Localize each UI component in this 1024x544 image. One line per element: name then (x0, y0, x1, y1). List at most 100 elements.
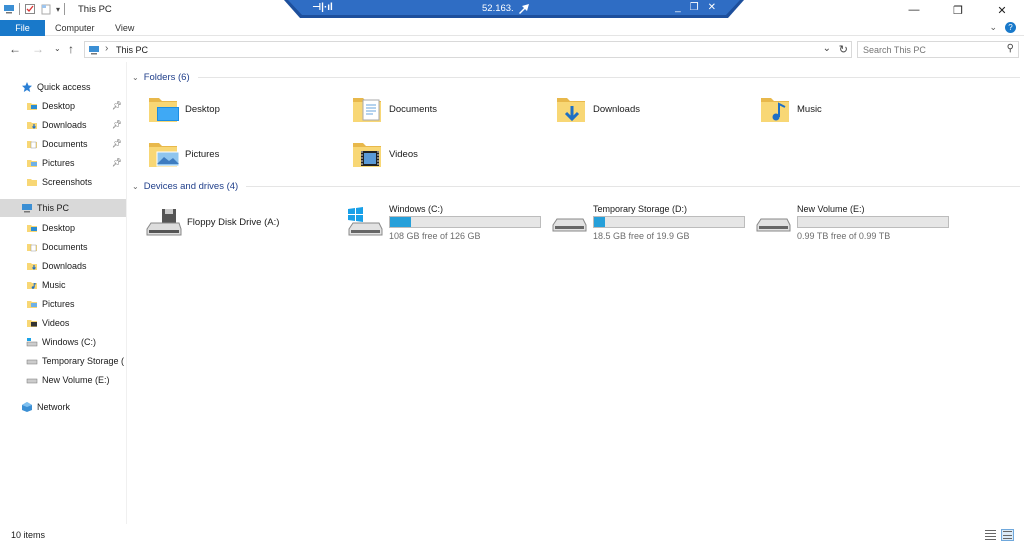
sidebar-item-label: Quick access (37, 82, 91, 92)
sidebar-item-network[interactable]: Network (0, 398, 126, 416)
pin-icon[interactable]: 📌︎ (112, 101, 122, 110)
pc-icon (22, 204, 32, 213)
tab-computer[interactable]: Computer (55, 20, 95, 36)
recent-locations-icon[interactable]: ⌄ (54, 44, 61, 53)
folder-tile-documents[interactable]: Documents (351, 89, 437, 129)
folder-tile-videos[interactable]: Videos (351, 134, 418, 174)
tab-file[interactable]: File (0, 20, 45, 36)
folder-tile-downloads[interactable]: Downloads (555, 89, 640, 129)
item-count: 10 items (11, 530, 46, 540)
sidebar-item-documents[interactable]: Documents (0, 238, 126, 256)
sidebar-item-label: Desktop (42, 223, 76, 233)
sidebar-item-label: Temporary Storage ( (42, 356, 125, 366)
group-divider (197, 77, 1020, 78)
sidebar-item-pictures[interactable]: Pictures (0, 295, 126, 313)
details-view-icon[interactable] (984, 529, 997, 541)
sidebar-item-screenshots[interactable]: Screenshots (0, 173, 126, 191)
drive-tile-windows-c[interactable]: Windows (C:) 108 GB free of 126 GB (347, 202, 541, 242)
folder-tile-desktop[interactable]: Desktop (147, 89, 220, 129)
folder-icon (27, 179, 37, 186)
search-input[interactable] (858, 42, 998, 57)
sidebar-item-label: Network (37, 402, 71, 412)
pin-icon[interactable]: 📌︎ (112, 158, 122, 167)
folder-name: Videos (389, 148, 418, 160)
refresh-icon[interactable]: ↻ (839, 43, 848, 56)
folder-tile-music[interactable]: Music (759, 89, 822, 129)
up-arrow-icon[interactable]: ↑ (68, 42, 74, 56)
folders-group-header[interactable]: ⌄ Folders (6) (132, 72, 1020, 83)
collapse-arrow-icon[interactable]: ⌄ (132, 182, 139, 191)
breadcrumb-chevron-icon[interactable]: › (105, 43, 108, 54)
address-dropdown-icon[interactable]: ⌄ (823, 43, 831, 54)
sidebar-item-this-pc[interactable]: This PC (0, 199, 126, 217)
sidebar-item-quick-access[interactable]: Quick access (0, 78, 126, 96)
window-controls: — ❐ ✕ (892, 0, 1024, 20)
customize-qat-icon[interactable]: ▾ (56, 5, 60, 14)
drive-tile-temporary-storage[interactable]: Temporary Storage (D:) 18.5 GB free of 1… (551, 202, 745, 242)
group-divider (246, 186, 1020, 187)
sidebar-item-music[interactable]: Music (0, 276, 126, 294)
sidebar-item-desktop-quick[interactable]: Desktop 📌︎ (0, 97, 126, 115)
properties-icon[interactable] (24, 3, 36, 15)
sidebar-item-videos[interactable]: Videos (0, 314, 126, 332)
ribbon-tabs: File Computer View ⌄ ? (0, 20, 1024, 36)
help-icon[interactable]: ? (1005, 22, 1016, 33)
drive-icon (756, 218, 791, 232)
sidebar-item-desktop[interactable]: Desktop (0, 219, 126, 237)
expand-ribbon-icon[interactable]: ⌄ (989, 22, 997, 33)
drive-name: Windows (C:) (389, 203, 444, 214)
group-header-label: Devices and drives (4) (143, 181, 239, 192)
sidebar-item-new-volume[interactable]: New Volume (E:) (0, 371, 126, 389)
folder-icon (27, 160, 37, 167)
sidebar-item-downloads-quick[interactable]: Downloads 📌︎ (0, 116, 126, 134)
folder-tile-pictures[interactable]: Pictures (147, 134, 219, 174)
close-button[interactable]: ✕ (980, 0, 1024, 20)
sidebar-item-windows-c[interactable]: Windows (C:) (0, 333, 126, 351)
drive-free-space: 18.5 GB free of 19.9 GB (593, 230, 690, 241)
remote-connection-bar[interactable]: ⊣|·ıl 52.163. _ ❐ ✕ (284, 0, 744, 18)
tiles-view-icon[interactable] (1001, 529, 1014, 541)
drive-tile-floppy[interactable]: Floppy Disk Drive (A:) (145, 202, 279, 242)
sidebar-item-temporary-storage[interactable]: Temporary Storage ( (0, 352, 126, 370)
sidebar-item-pictures-quick[interactable]: Pictures 📌︎ (0, 154, 126, 172)
drives-group-header[interactable]: ⌄ Devices and drives (4) (132, 181, 1020, 192)
remote-minimize-icon[interactable]: _ (675, 2, 681, 13)
remote-close-icon[interactable]: ✕ (708, 2, 716, 13)
drive-icon (26, 359, 38, 365)
sidebar-item-label: Desktop (42, 101, 76, 111)
tab-view[interactable]: View (115, 20, 134, 36)
folder-name: Documents (389, 103, 438, 115)
remote-signal-icon[interactable]: ⊣|·ıl (312, 2, 333, 13)
window-title: This PC (78, 4, 112, 15)
breadcrumb-this-pc[interactable]: This PC (116, 45, 148, 55)
drive-tile-new-volume[interactable]: New Volume (E:) 0.99 TB free of 0.99 TB (755, 202, 949, 242)
separator (19, 3, 20, 15)
new-folder-icon[interactable] (40, 3, 52, 15)
remote-restore-icon[interactable]: ❐ (690, 2, 699, 13)
drive-name: Floppy Disk Drive (A:) (187, 216, 280, 228)
folder-icon (27, 103, 37, 110)
folder-name: Desktop (185, 103, 220, 115)
forward-arrow-icon[interactable]: → (32, 42, 44, 56)
music-folder-icon (761, 98, 789, 122)
minimize-button[interactable]: — (892, 0, 936, 20)
remote-ip: 52.163. (482, 3, 514, 14)
collapse-arrow-icon[interactable]: ⌄ (132, 73, 139, 82)
sidebar-item-documents-quick[interactable]: Documents 📌︎ (0, 135, 126, 153)
pin-icon[interactable] (516, 1, 532, 17)
sidebar-item-label: Pictures (42, 158, 75, 168)
search-icon[interactable]: ⚲ (1007, 43, 1014, 54)
back-arrow-icon[interactable]: ← (9, 42, 21, 56)
pictures-folder-icon (149, 143, 180, 167)
restore-button[interactable]: ❐ (936, 0, 980, 20)
pc-icon[interactable] (3, 3, 15, 15)
sidebar-item-downloads[interactable]: Downloads (0, 257, 126, 275)
folder-icon (27, 244, 37, 252)
remote-controls: _ ❐ ✕ (675, 2, 716, 13)
search-box[interactable]: ⚲ (857, 41, 1019, 58)
windows-drive-icon (26, 338, 38, 347)
pin-icon[interactable]: 📌︎ (112, 120, 122, 129)
address-bar[interactable]: › This PC ⌄ ↻ (84, 41, 852, 58)
drive-name: Temporary Storage (D:) (593, 203, 688, 214)
pin-icon[interactable]: 📌︎ (112, 139, 122, 148)
